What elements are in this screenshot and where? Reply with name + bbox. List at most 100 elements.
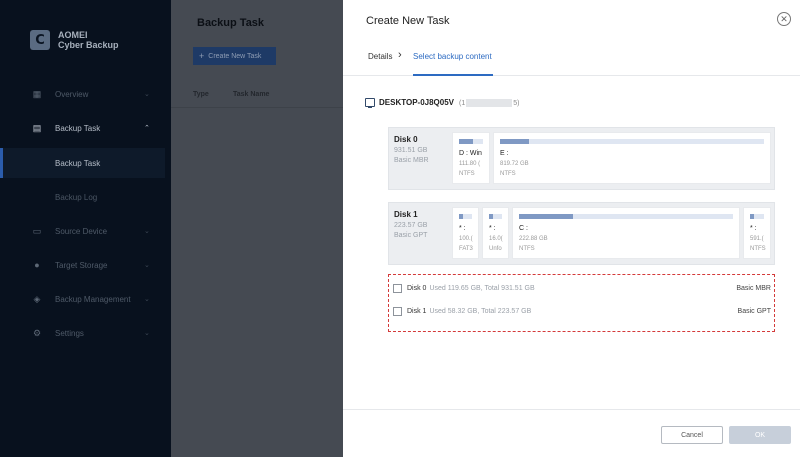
partition-size: 100.( xyxy=(459,236,473,242)
sidebar-subitem-backup-task[interactable]: Backup Task xyxy=(0,148,165,178)
partition-usage-bar xyxy=(459,139,483,144)
disk-name: Disk 0 xyxy=(394,135,418,144)
brand: C AOMEI Cyber Backup xyxy=(30,30,119,50)
step-select-backup-content[interactable]: Select backup content xyxy=(413,52,492,61)
partition-usage-fill xyxy=(489,214,493,219)
sidebar-item-label: Settings xyxy=(55,328,84,338)
partition-usage-fill xyxy=(750,214,755,219)
sidebar: C AOMEI Cyber Backup ▦ Overview ⌄ ▤ Back… xyxy=(0,0,171,457)
plus-icon: + xyxy=(199,51,205,61)
sidebar-item-backup-task[interactable]: ▤ Backup Task ⌃ xyxy=(0,113,171,143)
disk-select-row[interactable]: Disk 0 Used 119.65 GB, Total 931.51 GB B… xyxy=(393,278,771,298)
sidebar-item-label: Backup Log xyxy=(55,192,98,202)
monitor-icon: ▭ xyxy=(32,226,42,236)
computer-icon xyxy=(365,98,375,108)
partition-size: 819.72 GB xyxy=(500,161,529,167)
column-task-name: Task Name xyxy=(233,91,270,98)
disk-1-map: Disk 1 223.57 GB Basic GPT * : 100.( FAT… xyxy=(388,202,775,265)
chevron-down-icon: ⌄ xyxy=(144,330,150,337)
partition-usage-fill xyxy=(459,214,463,219)
partition[interactable]: D : Win 111.80 ( NTFS xyxy=(452,132,490,184)
partition-usage-fill xyxy=(500,139,530,144)
sidebar-item-target-storage[interactable]: ● Target Storage ⌄ xyxy=(0,250,171,280)
sidebar-item-label: Source Device xyxy=(55,226,108,236)
step-details[interactable]: Details xyxy=(368,52,392,61)
active-step-underline xyxy=(413,74,493,76)
dialog-title: Create New Task xyxy=(366,15,450,27)
create-task-dialog: Create New Task ✕ Details › Select backu… xyxy=(343,0,800,457)
partition-usage-bar xyxy=(459,214,472,219)
partition-fs: NTFS xyxy=(750,246,766,252)
disk-select-name: Disk 0 xyxy=(407,284,427,292)
disk-info: Disk 1 223.57 GB Basic GPT xyxy=(394,210,449,239)
partition-label: * : xyxy=(750,225,757,232)
disk-size: 931.51 GB xyxy=(394,147,428,154)
sidebar-item-label: Target Storage xyxy=(55,260,108,270)
sidebar-subitem-backup-log[interactable]: Backup Log xyxy=(0,182,171,212)
sidebar-item-settings[interactable]: ⚙ Settings ⌄ xyxy=(0,318,171,348)
partition-label: E : xyxy=(500,150,509,157)
sidebar-item-overview[interactable]: ▦ Overview ⌄ xyxy=(0,79,171,109)
partition-usage-fill xyxy=(459,139,474,144)
partition-fs: NTFS xyxy=(519,246,535,252)
sidebar-item-label: Backup Management xyxy=(55,294,131,304)
computer-id: (1 5) xyxy=(459,98,520,107)
partition-label: D : Win xyxy=(459,150,482,157)
disk-select-type: Basic MBR xyxy=(736,284,771,292)
chevron-down-icon: ⌄ xyxy=(144,262,150,269)
partition[interactable]: * : 591.( NTFS xyxy=(743,207,771,259)
partition-fs: FAT3 xyxy=(459,246,473,252)
partition[interactable]: C : 222.88 GB NTFS xyxy=(512,207,740,259)
partition-size: 222.88 GB xyxy=(519,236,548,242)
brand-line1: AOMEI xyxy=(58,30,88,40)
create-new-task-button[interactable]: + Create New Task xyxy=(193,47,276,65)
disk-selection-list: Disk 0 Used 119.65 GB, Total 931.51 GB B… xyxy=(388,274,775,332)
location-pin-icon: ● xyxy=(34,260,40,270)
partition-usage-fill xyxy=(519,214,573,219)
partition-label: * : xyxy=(489,225,496,232)
disk-select-type: Basic GPT xyxy=(737,307,771,315)
partition[interactable]: * : 16.0( Unfo xyxy=(482,207,509,259)
brand-text: AOMEI Cyber Backup xyxy=(58,30,119,50)
column-type: Type xyxy=(193,91,209,98)
disk-select-detail: Used 119.65 GB, Total 931.51 GB xyxy=(429,284,535,292)
sidebar-item-label: Overview xyxy=(55,89,89,99)
disk-select-row[interactable]: Disk 1 Used 58.32 GB, Total 223.57 GB Ba… xyxy=(393,301,771,321)
partition-size: 111.80 ( xyxy=(459,161,481,167)
disk-0-map: Disk 0 931.51 GB Basic MBR D : Win 111.8… xyxy=(388,127,775,190)
dialog-footer: Cancel OK xyxy=(343,409,800,457)
disk-select-detail: Used 58.32 GB, Total 223.57 GB xyxy=(429,307,532,315)
task-table-header: Type Task Name xyxy=(171,82,343,108)
layers-icon: ◈ xyxy=(33,294,41,304)
disk-0-checkbox[interactable] xyxy=(393,283,402,293)
close-icon[interactable]: ✕ xyxy=(777,12,791,26)
computer-id-open: (1 xyxy=(459,99,466,107)
partition-label: * : xyxy=(459,225,466,232)
overview-icon: ▦ xyxy=(32,89,42,99)
cancel-button[interactable]: Cancel xyxy=(661,426,723,444)
gear-icon: ⚙ xyxy=(32,328,42,338)
backup-task-icon: ▤ xyxy=(32,123,42,133)
partition-usage-bar xyxy=(750,214,764,219)
partition-usage-bar xyxy=(500,139,764,144)
disk-size: 223.57 GB xyxy=(394,222,428,229)
disk-info: Disk 0 931.51 GB Basic MBR xyxy=(394,135,449,164)
sidebar-item-source-device[interactable]: ▭ Source Device ⌄ xyxy=(0,216,171,246)
disk-type: Basic MBR xyxy=(394,157,429,164)
disk-1-checkbox[interactable] xyxy=(393,306,402,316)
computer-name: DESKTOP-0J8Q05V xyxy=(379,98,454,107)
chevron-down-icon: ⌄ xyxy=(144,91,150,98)
chevron-down-icon: ⌄ xyxy=(144,296,150,303)
sidebar-item-label: Backup Task xyxy=(55,123,101,133)
computer-id-close: 5) xyxy=(513,99,520,107)
partition-usage-bar xyxy=(519,214,733,219)
partition-fs: Unfo xyxy=(489,246,502,252)
ok-button[interactable]: OK xyxy=(729,426,791,444)
backup-task-page: Backup Task + Create New Task Type Task … xyxy=(171,0,343,457)
partition[interactable]: * : 100.( FAT3 xyxy=(452,207,479,259)
partition-label: C : xyxy=(519,225,528,232)
sidebar-item-backup-management[interactable]: ◈ Backup Management ⌄ xyxy=(0,284,171,314)
partition[interactable]: E : 819.72 GB NTFS xyxy=(493,132,771,184)
disk-type: Basic GPT xyxy=(394,232,428,239)
page-title: Backup Task xyxy=(197,17,265,29)
